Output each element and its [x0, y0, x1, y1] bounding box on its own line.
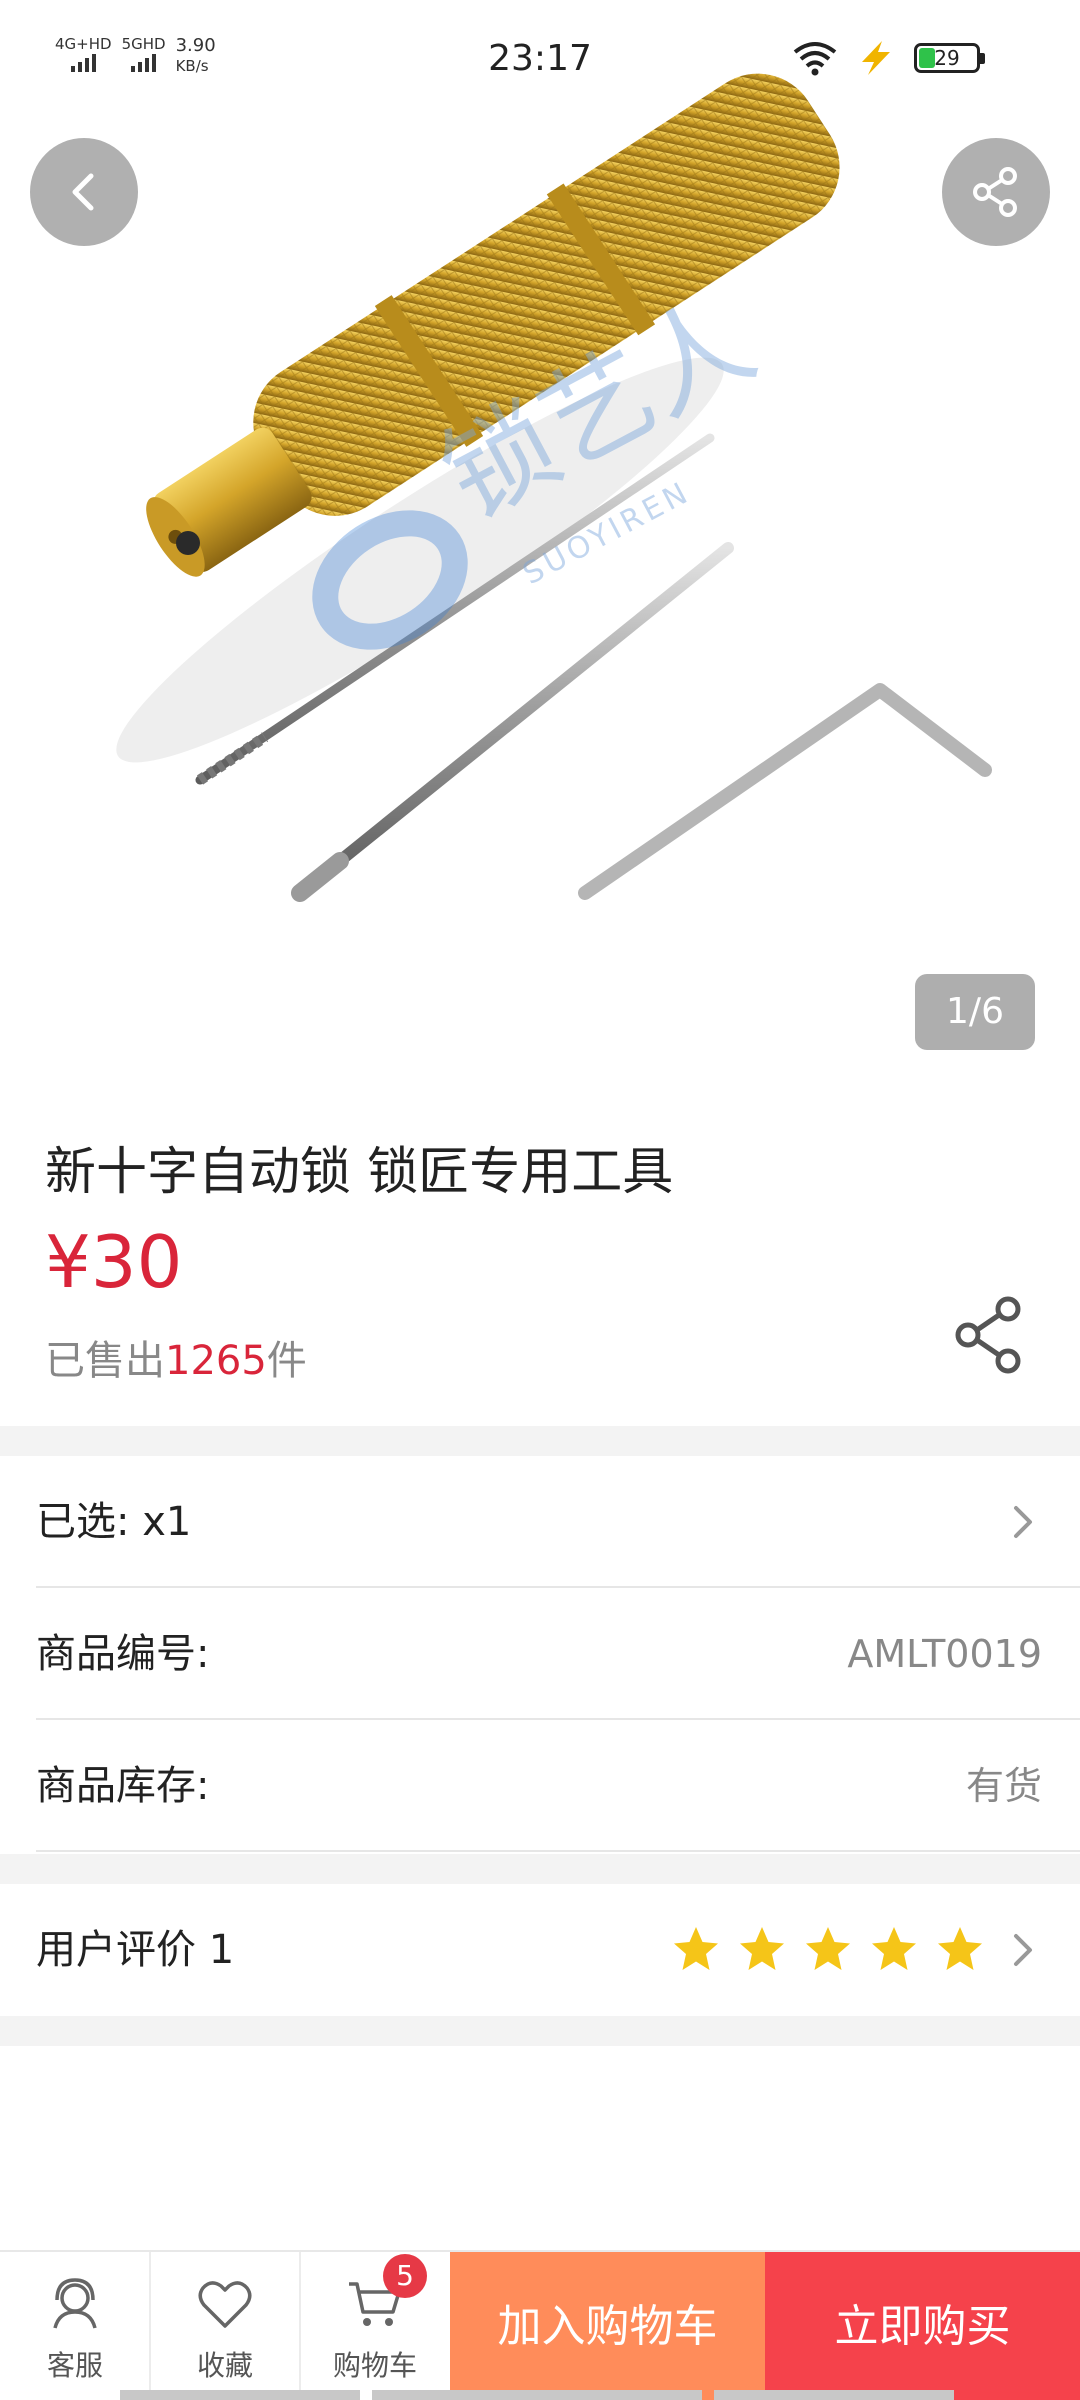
- add-to-cart-button[interactable]: 加入购物车: [450, 2252, 765, 2400]
- product-info: 新十字自动锁 锁匠专用工具 ¥30 已售出1265件: [0, 1070, 1080, 1426]
- stock-value: 有货: [965, 1764, 1042, 1808]
- customer-service-label: 客服: [46, 2349, 103, 2382]
- selected-option-label: 已选: x1: [36, 1499, 192, 1545]
- product-code-row: 商品编号: AMLT0019: [0, 1588, 1080, 1720]
- star-icon: [740, 1927, 784, 1970]
- chevron-left-icon: [72, 173, 94, 211]
- section-divider: [0, 1426, 1080, 1456]
- navigation-gesture-bar: [120, 2390, 360, 2400]
- stock-label: 商品库存:: [36, 1763, 210, 1809]
- star-rating: [671, 1924, 985, 1974]
- navigation-gesture-bar: [714, 2390, 954, 2400]
- product-price: ¥30: [45, 1220, 183, 1304]
- star-icon: [674, 1927, 718, 1970]
- charging-bolt-icon: [862, 41, 890, 75]
- share-button[interactable]: [950, 1295, 1030, 1375]
- wifi-icon: [793, 42, 837, 76]
- customer-service-button[interactable]: 客服: [0, 2252, 150, 2400]
- star-icon: [872, 1927, 916, 1970]
- cart-label: 购物车: [332, 2349, 417, 2382]
- star-icon: [938, 1927, 982, 1970]
- share-icon: [973, 167, 1017, 217]
- chevron-right-icon: [1014, 1506, 1032, 1538]
- sold-number: 1265: [165, 1338, 267, 1384]
- battery-level: 29: [934, 46, 960, 70]
- star-icon: [806, 1927, 850, 1970]
- sold-suffix: 件: [266, 1338, 307, 1384]
- chevron-right-icon: [1014, 1934, 1032, 1966]
- stock-row: 商品库存: 有货: [0, 1720, 1080, 1852]
- buy-now-button[interactable]: 立即购买: [765, 2252, 1080, 2400]
- share-button-top[interactable]: [942, 138, 1050, 246]
- favorite-label: 收藏: [196, 2349, 253, 2382]
- section-divider: [0, 1854, 1080, 1884]
- cart-count-badge: 5: [383, 2254, 427, 2298]
- cart-button[interactable]: 5 购物车: [300, 2252, 450, 2400]
- product-code-label: 商品编号:: [36, 1631, 210, 1677]
- share-icon: [955, 1296, 1021, 1374]
- section-divider: [0, 2016, 1080, 2046]
- battery-icon: 29: [914, 43, 985, 73]
- reviews-row[interactable]: 用户评价 1: [0, 1884, 1080, 2016]
- product-image-gallery[interactable]: 锁艺人 SUOYIREN 4G+HD 5GHD 3.90 KB/s 23:17: [0, 0, 1080, 1070]
- product-title: 新十字自动锁 锁匠专用工具: [45, 1143, 674, 1202]
- favorite-button[interactable]: 收藏: [150, 2252, 300, 2400]
- customer-service-icon: [53, 2278, 97, 2329]
- reviews-label: 用户评价 1: [36, 1927, 235, 1973]
- back-button[interactable]: [30, 138, 138, 246]
- product-code-value: AMLT0019: [847, 1632, 1042, 1676]
- product-photo: 锁艺人 SUOYIREN: [116, 73, 992, 902]
- sold-prefix: 已售出: [45, 1338, 165, 1384]
- status-bar: 4G+HD 5GHD 3.90 KB/s 23:17 29: [0, 0, 1080, 120]
- row-divider: [36, 1850, 1080, 1852]
- status-icons: 29: [792, 40, 985, 76]
- sold-count: 已售出1265件: [45, 1328, 307, 1386]
- navigation-gesture-bar: [372, 2390, 702, 2400]
- image-counter: 1/6: [915, 974, 1035, 1050]
- bottom-action-bar: 客服 收藏 5 购物车 加入购物车 立即购买: [0, 2250, 1080, 2400]
- cart-icon-wrap: 5: [345, 2254, 427, 2334]
- heart-icon: [198, 2281, 252, 2328]
- selected-option-row[interactable]: 已选: x1: [0, 1456, 1080, 1588]
